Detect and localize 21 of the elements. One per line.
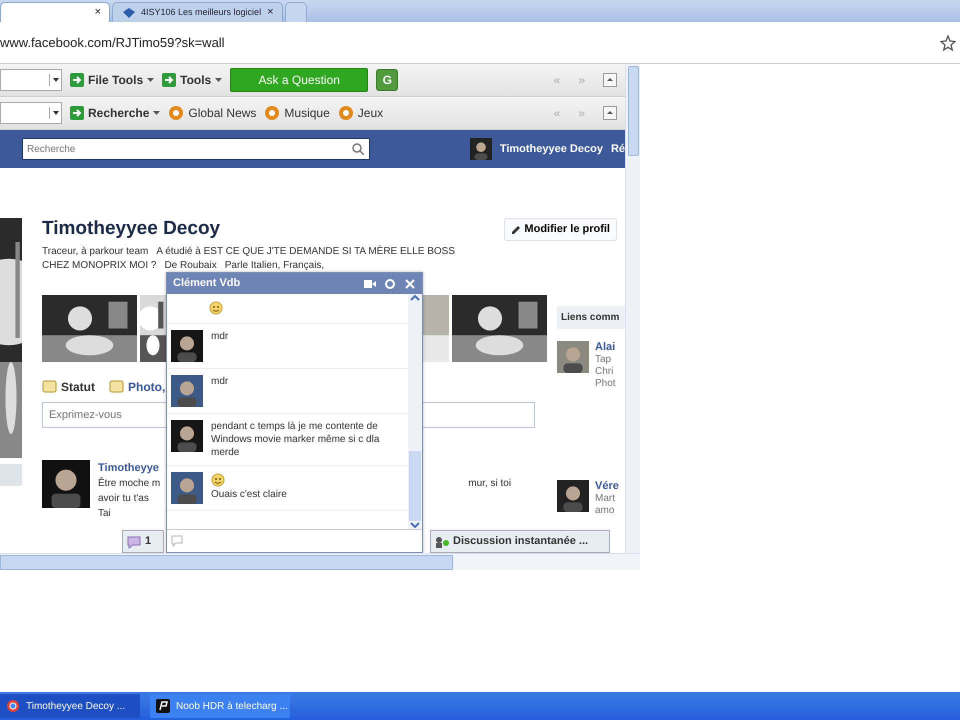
chat-message: Ouais c'est claire: [211, 488, 287, 501]
chat-message: pendant c temps là je me contente de Windows movie marker même si c dla merde: [211, 420, 380, 458]
chat-message: mdr: [211, 374, 228, 388]
profile-info: Traceur, à parkour team: [42, 244, 148, 259]
profile-info: Parle Italien, Français,: [224, 258, 324, 273]
chat-title: Clément Vdb: [173, 276, 240, 292]
sidebar-heading: Liens comm: [557, 306, 625, 329]
profile-info: CHEZ MONOPRIX MOI ?: [42, 258, 156, 273]
sidebar-text: Phot: [595, 378, 616, 390]
profile-info: A étudié à EST CE QUE J'TE DEMANDE SI TA MÈRE ELLE BOSS: [156, 244, 456, 259]
chat-message: mdr: [211, 330, 228, 342]
sidebar-text: Tap: [595, 354, 612, 366]
post-text: mur, si toi: [468, 476, 512, 491]
post-text: Tai: [98, 507, 112, 522]
profile-name: Timotheyyee Decoy: [42, 218, 220, 241]
profile-info: De Roubaix: [164, 258, 217, 273]
sidebar-text: amo: [595, 505, 616, 517]
post-text: Être moche m: [98, 476, 160, 492]
sidebar-text: Mart: [595, 493, 616, 505]
post-text: avoir tu t'as: [98, 492, 150, 506]
sidebar-text: Chri: [595, 366, 614, 378]
